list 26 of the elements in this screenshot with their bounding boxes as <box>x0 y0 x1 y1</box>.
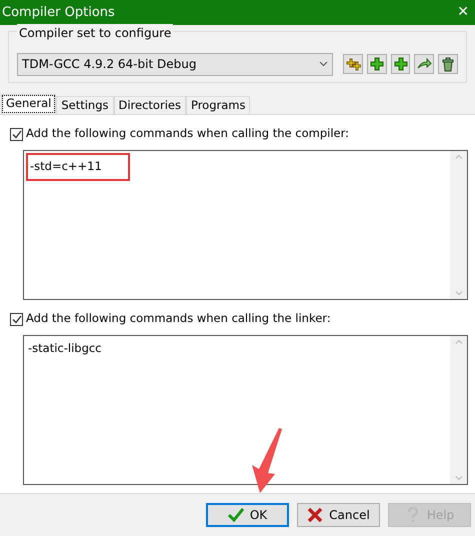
field-text: -static-libgcc <box>28 341 102 355</box>
ok-button[interactable]: OK <box>206 503 289 527</box>
close-button[interactable]: ✕ <box>457 2 469 23</box>
text-area[interactable]: -static-libgcc <box>23 335 468 485</box>
check-icon <box>228 507 244 523</box>
add-button[interactable] <box>390 54 410 74</box>
tab[interactable]: Directories <box>114 96 186 114</box>
cancel-button[interactable]: Cancel <box>297 503 380 527</box>
copy-button[interactable] <box>414 54 434 74</box>
delete-button[interactable] <box>438 54 458 74</box>
checkbox-label: Add the following commands when calling the compiler: <box>26 125 350 142</box>
x-icon <box>307 507 324 523</box>
compiler-dropdown[interactable]: TDM-GCC 4.9.2 64-bit Debug <box>17 52 334 76</box>
rename-button[interactable] <box>343 54 363 74</box>
tab[interactable]: Programs <box>186 96 250 114</box>
highlighted-text: -std=c++11 <box>26 153 130 182</box>
text-area[interactable]: -std=c++11 <box>23 150 468 300</box>
add-button[interactable] <box>366 54 387 74</box>
chevron-down-icon <box>319 61 328 67</box>
checkbox[interactable] <box>10 312 23 326</box>
tab[interactable]: General <box>1 94 56 114</box>
window-title: Compiler Options <box>2 4 115 22</box>
group-label: Compiler set to configure <box>17 24 174 42</box>
checkbox[interactable] <box>10 128 23 140</box>
tab[interactable]: Settings <box>56 96 114 114</box>
checkbox-label: Add the following commands when calling the linker: <box>26 310 331 328</box>
